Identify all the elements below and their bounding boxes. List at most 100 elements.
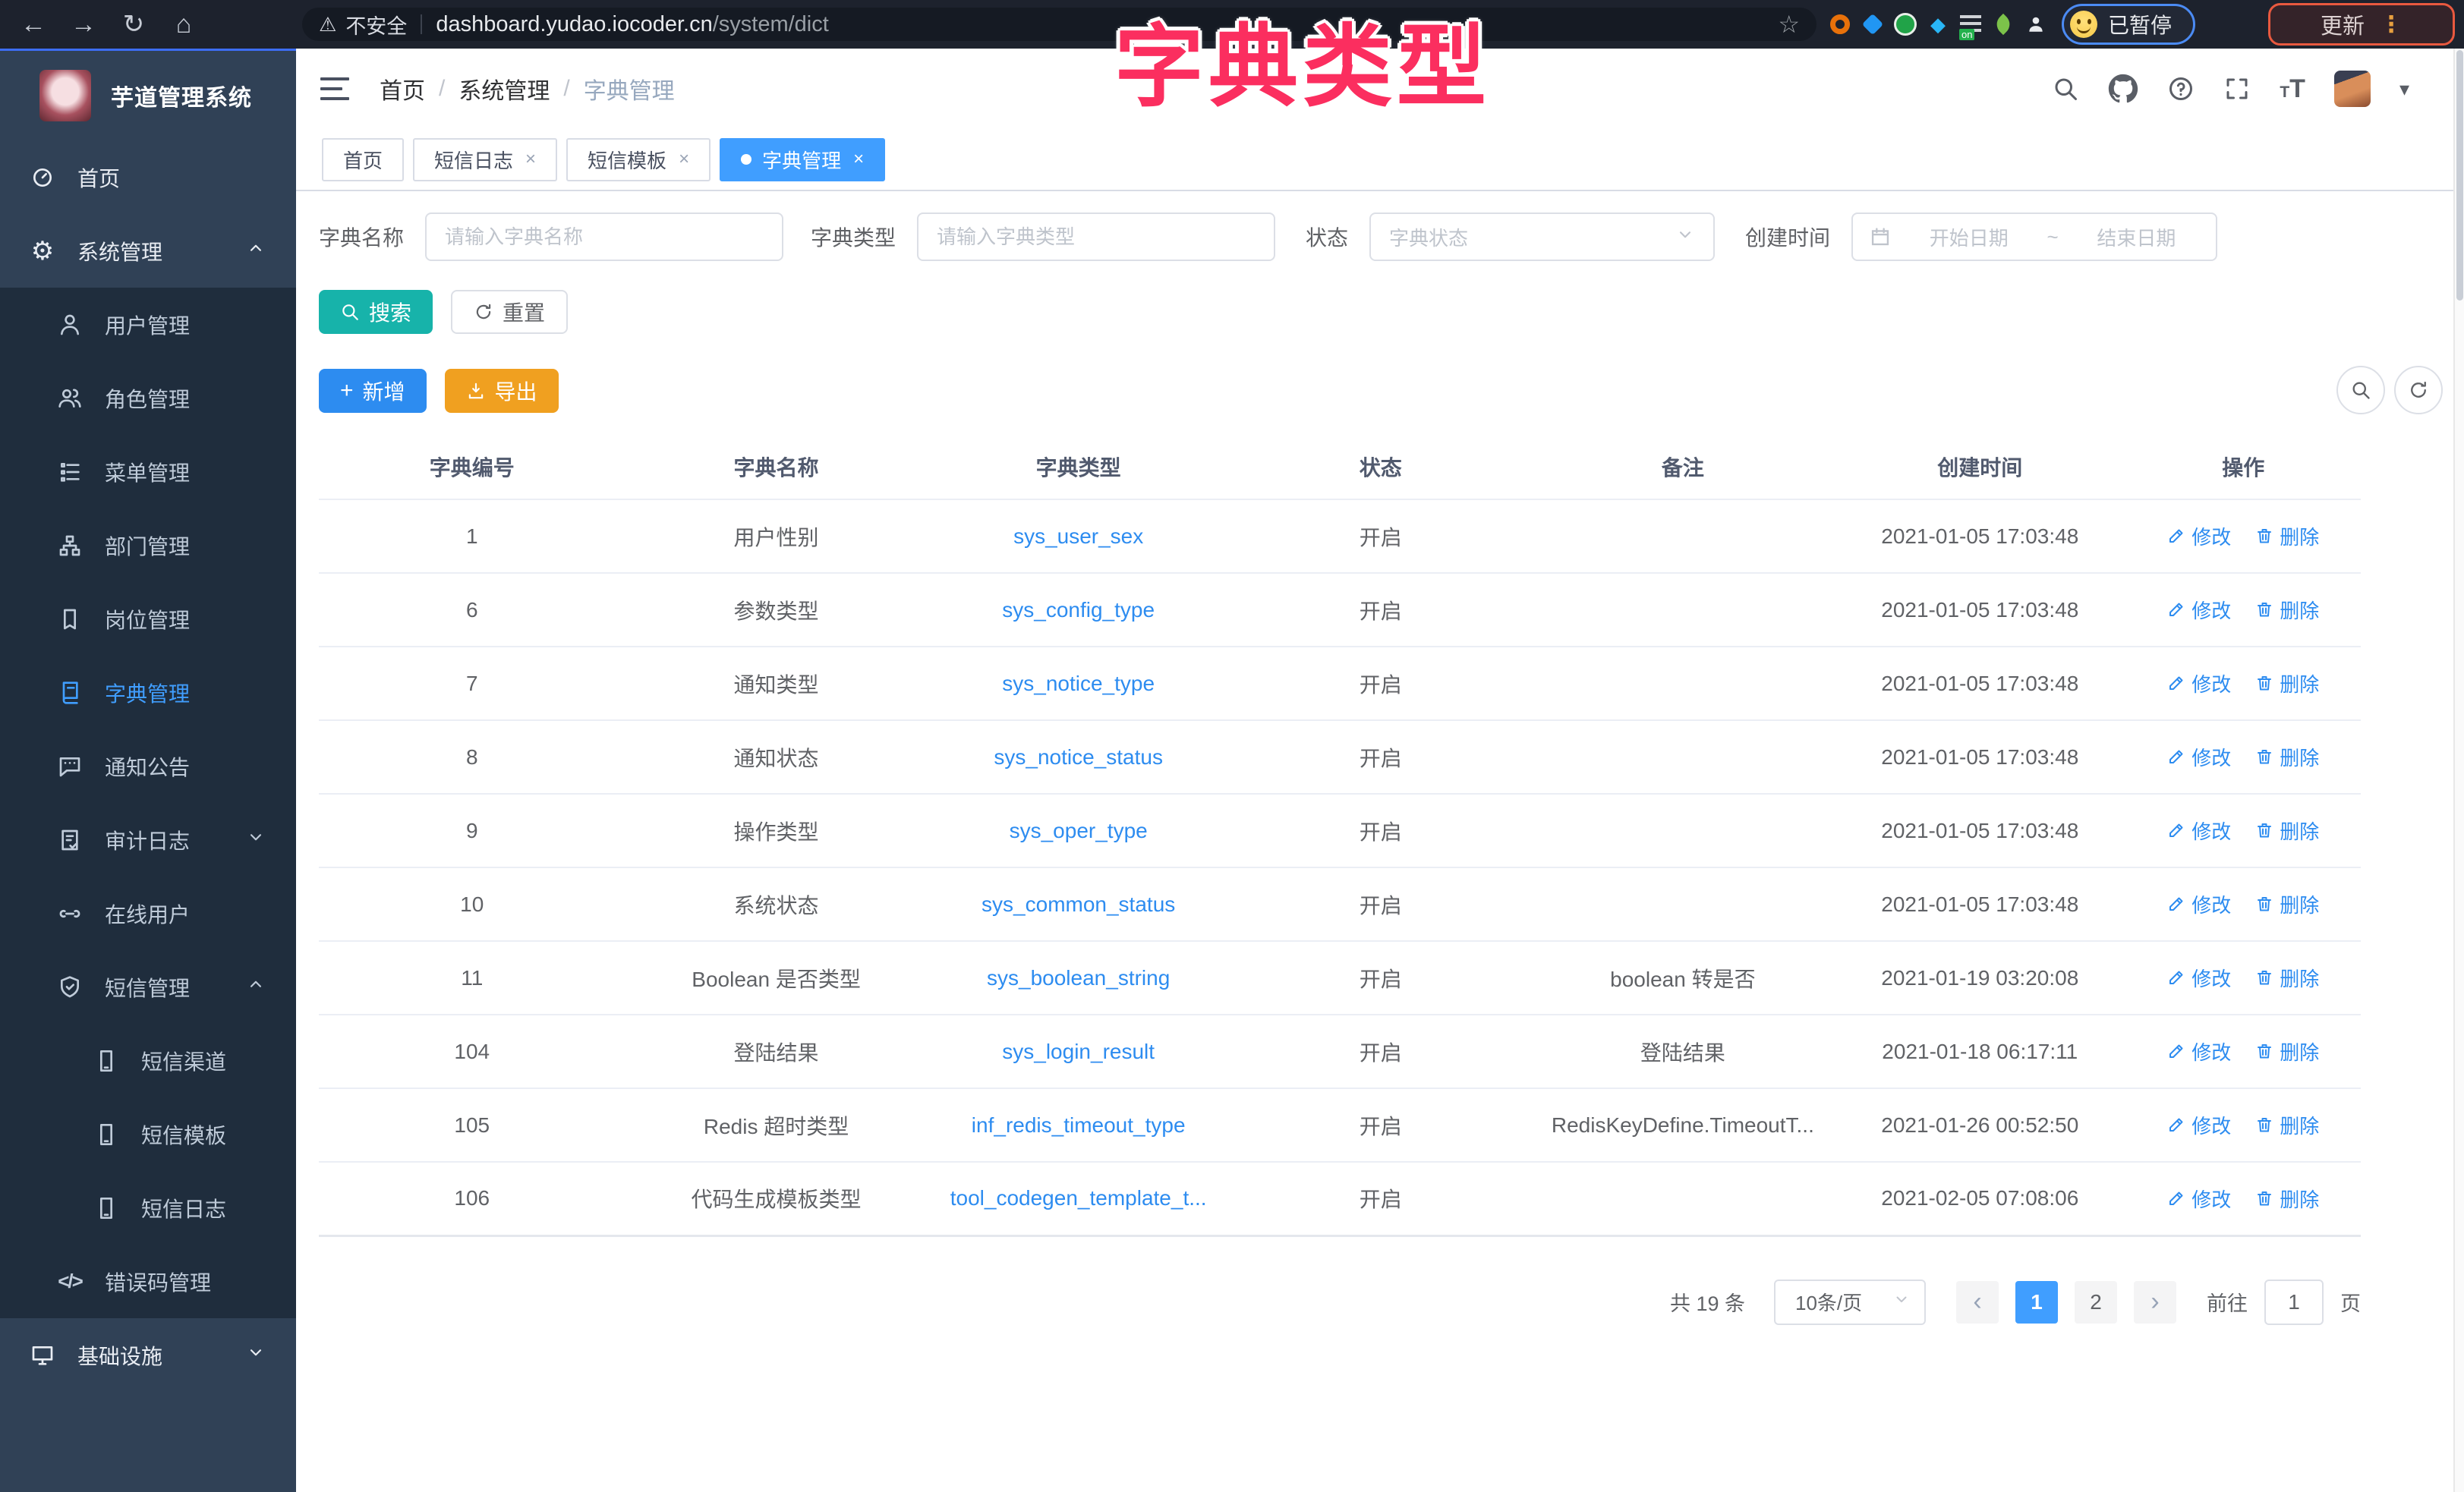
goto-page-input[interactable] [2264, 1280, 2324, 1325]
delete-link[interactable]: 删除 [2255, 890, 2319, 918]
close-icon[interactable]: × [525, 149, 536, 170]
edit-link[interactable]: 修改 [2167, 1111, 2231, 1139]
edit-link[interactable]: 修改 [2167, 669, 2231, 697]
sidebar-item-user[interactable]: 用户管理 [0, 288, 296, 361]
delete-link[interactable]: 删除 [2255, 522, 2319, 550]
page-size-select[interactable]: 10条/页 [1774, 1280, 1926, 1325]
extension-icon[interactable] [1827, 11, 1853, 37]
extension-icon[interactable] [1860, 11, 1886, 37]
sidebar-item-dept[interactable]: 部门管理 [0, 508, 296, 582]
edit-link[interactable]: 修改 [2167, 890, 2231, 918]
date-range-picker[interactable]: 开始日期 ~ 结束日期 [1851, 212, 2217, 261]
sidebar-item-notice[interactable]: 通知公告 [0, 729, 296, 803]
edit-link[interactable]: 修改 [2167, 1185, 2231, 1213]
browser-home-icon[interactable]: ⌂ [167, 10, 200, 39]
sidebar-item-audit-log[interactable]: 审计日志 [0, 803, 296, 877]
sidebar-item-home[interactable]: 首页 [0, 140, 296, 214]
delete-link[interactable]: 删除 [2255, 596, 2319, 624]
dict-type-link[interactable]: inf_redis_timeout_type [972, 1113, 1186, 1137]
sidebar-item-infra[interactable]: 基础设施 [0, 1318, 296, 1392]
chevron-down-icon[interactable]: ▾ [2399, 77, 2409, 101]
address-bar[interactable]: ⚠ 不安全 dashboard.yudao.iocoder.cn /system… [302, 8, 1816, 41]
breadcrumb-item[interactable]: 系统管理 [458, 72, 550, 105]
fullscreen-icon[interactable] [2223, 75, 2251, 102]
next-page-button[interactable]: › [2134, 1281, 2176, 1324]
delete-link[interactable]: 删除 [2255, 1111, 2319, 1139]
close-icon[interactable]: × [679, 149, 689, 170]
tab-home[interactable]: 首页 [322, 138, 404, 181]
dict-type-link[interactable]: sys_boolean_string [987, 966, 1170, 990]
refresh-button[interactable] [2394, 366, 2443, 414]
sidebar-item-role[interactable]: 角色管理 [0, 361, 296, 435]
delete-link[interactable]: 删除 [2255, 1185, 2319, 1213]
show-search-button[interactable] [2336, 366, 2385, 414]
dict-type-link[interactable]: sys_user_sex [1013, 524, 1143, 548]
dict-type-link[interactable]: sys_notice_type [1002, 672, 1155, 695]
collapse-sidebar-icon[interactable] [320, 77, 349, 100]
extension-icon[interactable] [1892, 11, 1918, 37]
edit-link[interactable]: 修改 [2167, 964, 2231, 992]
delete-link[interactable]: 删除 [2255, 743, 2319, 771]
edit-link[interactable]: 修改 [2167, 596, 2231, 624]
dict-name-input[interactable] [425, 212, 783, 261]
scrollbar-thumb[interactable] [2456, 50, 2463, 301]
browser-menu-icon[interactable]: ⋮ [2380, 11, 2403, 38]
sidebar-item-sms-template[interactable]: 短信模板 [0, 1097, 296, 1171]
github-icon[interactable] [2108, 74, 2138, 104]
sidebar-item-online-user[interactable]: 在线用户 [0, 877, 296, 950]
dict-type-input[interactable] [917, 212, 1275, 261]
edit-link[interactable]: 修改 [2167, 817, 2231, 845]
sidebar-item-error-code[interactable]: </>错误码管理 [0, 1245, 296, 1318]
delete-link[interactable]: 删除 [2255, 817, 2319, 845]
delete-link[interactable]: 删除 [2255, 964, 2319, 992]
page-button-2[interactable]: 2 [2075, 1281, 2117, 1324]
app-logo[interactable]: 芋道管理系统 [0, 51, 296, 140]
dict-type-link[interactable]: sys_config_type [1002, 598, 1155, 622]
browser-reload-icon[interactable]: ↻ [117, 9, 150, 39]
bookmark-star-icon[interactable]: ☆ [1778, 10, 1800, 39]
extension-icon[interactable]: ◆ [1925, 11, 1951, 37]
breadcrumb-item[interactable]: 首页 [380, 72, 425, 105]
sidebar-item-post[interactable]: 岗位管理 [0, 582, 296, 656]
search-button[interactable]: 搜索 [319, 290, 433, 334]
reset-button[interactable]: 重置 [451, 290, 568, 334]
sidebar-item-sms-log[interactable]: 短信日志 [0, 1171, 296, 1245]
search-icon[interactable] [2052, 75, 2079, 102]
page-button-1[interactable]: 1 [2015, 1281, 2058, 1324]
sidebar-item-menu[interactable]: 菜单管理 [0, 435, 296, 508]
dict-type-link[interactable]: sys_notice_status [994, 745, 1163, 769]
extension-icon[interactable] [1990, 11, 2016, 37]
tab-sms-log[interactable]: 短信日志× [413, 138, 557, 181]
export-button[interactable]: 导出 [445, 369, 559, 413]
delete-link[interactable]: 删除 [2255, 669, 2319, 697]
add-button[interactable]: + 新增 [319, 369, 427, 413]
sidebar-item-dict[interactable]: 字典管理 [0, 656, 296, 729]
tab-dict[interactable]: 字典管理× [720, 138, 885, 181]
dict-type-link[interactable]: tool_codegen_template_t... [950, 1186, 1207, 1210]
browser-update-button[interactable]: 更新 ⋮ [2268, 3, 2455, 46]
dict-type-link[interactable]: sys_oper_type [1010, 819, 1148, 842]
dict-type-link[interactable]: sys_login_result [1002, 1040, 1155, 1063]
edit-link[interactable]: 修改 [2167, 522, 2231, 550]
help-icon[interactable] [2167, 75, 2195, 102]
edit-link[interactable]: 修改 [2167, 1037, 2231, 1065]
sidebar-item-sms[interactable]: 短信管理 [0, 950, 296, 1024]
browser-profile-paused-badge[interactable]: 已暂停 [2062, 4, 2195, 45]
browser-forward-icon[interactable]: → [67, 10, 100, 39]
extension-icon[interactable] [2023, 11, 2049, 37]
status-select[interactable]: 字典状态 [1369, 212, 1715, 261]
sidebar-item-system[interactable]: ⚙系统管理 [0, 214, 296, 288]
close-icon[interactable]: × [853, 149, 864, 170]
browser-back-icon[interactable]: ← [17, 10, 50, 39]
prev-page-button[interactable]: ‹ [1956, 1281, 1999, 1324]
dict-type-link[interactable]: sys_common_status [982, 892, 1175, 916]
font-size-icon[interactable]: TT [2280, 74, 2305, 104]
edit-link[interactable]: 修改 [2167, 743, 2231, 771]
user-avatar[interactable] [2334, 71, 2371, 107]
security-label[interactable]: 不安全 [345, 10, 407, 39]
delete-link[interactable]: 删除 [2255, 1037, 2319, 1065]
extension-icon[interactable]: on [1958, 11, 1983, 37]
tab-sms-template[interactable]: 短信模板× [566, 138, 711, 181]
page-scrollbar[interactable] [2453, 49, 2464, 1492]
sidebar-item-sms-channel[interactable]: 短信渠道 [0, 1024, 296, 1097]
